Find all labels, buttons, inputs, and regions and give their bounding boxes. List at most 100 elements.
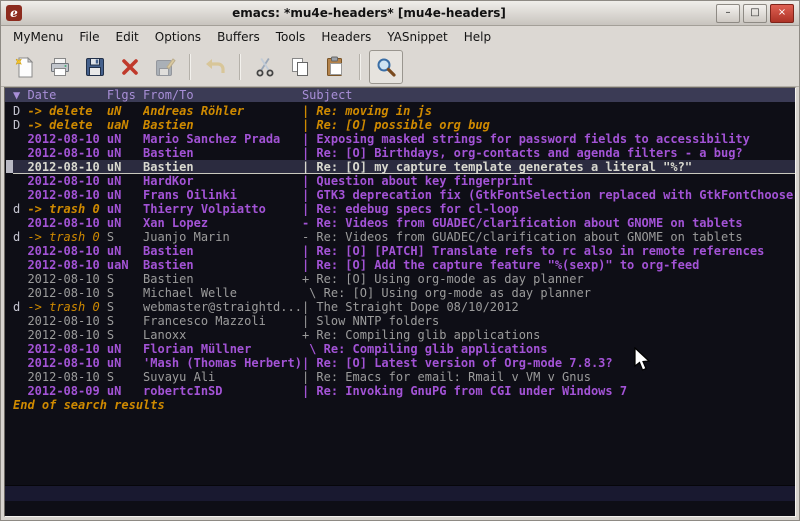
new-file-button[interactable] — [9, 51, 41, 83]
print-button[interactable] — [44, 51, 76, 83]
message-subject: | Re: [O] possible org bug — [302, 118, 795, 132]
message-from: HardKor — [143, 174, 302, 188]
column-header-subject[interactable]: Subject — [302, 88, 795, 102]
message-mark — [13, 160, 27, 174]
save-icon — [83, 55, 107, 79]
message-mark: d — [13, 202, 27, 216]
mode-line[interactable]: *mu4e-headers* ( 5, 0) [All/2.0k] [mu4e-… — [5, 485, 795, 501]
message-mark — [13, 216, 27, 230]
message-row[interactable]: 2012-08-10SBastien+ Re: [O] Using org-mo… — [13, 272, 795, 286]
message-row[interactable]: d-> trash 0Swebmaster@straightd...| The … — [13, 300, 795, 314]
message-from: Lanoxx — [143, 328, 302, 342]
cut-button[interactable] — [249, 51, 281, 83]
message-row[interactable]: 2012-08-10SLanoxx+ Re: Compiling glib ap… — [13, 328, 795, 342]
save-as-button[interactable] — [149, 51, 181, 83]
message-date: 2012-08-10 — [27, 244, 106, 258]
message-flags: S — [107, 370, 143, 384]
message-mark: D — [13, 118, 27, 132]
message-date: 2012-08-10 — [27, 160, 106, 174]
message-subject: \ Re: Compiling glib applications — [302, 342, 795, 356]
message-flags: uN — [107, 188, 143, 202]
message-from: Mario Sanchez Prada — [143, 132, 302, 146]
message-from: Michael Welle — [143, 286, 302, 300]
message-mark — [13, 384, 27, 398]
message-row[interactable]: D-> deleteuNAndreas Röhler| Re: moving i… — [13, 104, 795, 118]
message-date: 2012-08-10 — [27, 342, 106, 356]
message-mark — [13, 146, 27, 160]
message-row[interactable]: D-> deleteuaNBastien| Re: [O] possible o… — [13, 118, 795, 132]
window-controls: – □ × — [716, 4, 794, 23]
message-date: 2012-08-10 — [27, 286, 106, 300]
message-row[interactable]: 2012-08-10uN'Mash (Thomas Herbert)| Re: … — [13, 356, 795, 370]
message-row[interactable]: 2012-08-10SSuvayu Ali| Re: Emacs for ema… — [13, 370, 795, 384]
menu-item-file[interactable]: File — [71, 27, 107, 47]
message-row[interactable]: d-> trash 0uNThierry Volpiatto| Re: edeb… — [13, 202, 795, 216]
message-subject: + Re: Compiling glib applications — [302, 328, 795, 342]
message-from: 'Mash (Thomas Herbert) — [143, 356, 302, 370]
undo-button[interactable] — [199, 51, 231, 83]
message-row[interactable]: 2012-08-10uNBastien| Re: [O] my capture … — [13, 160, 795, 174]
menu-item-help[interactable]: Help — [456, 27, 499, 47]
column-header-date[interactable]: ▼ Date — [13, 88, 107, 102]
message-subject: | GTK3 deprecation fix (GtkFontSelection… — [302, 188, 795, 202]
menu-item-buffers[interactable]: Buffers — [209, 27, 268, 47]
save-as-icon — [153, 55, 177, 79]
message-row[interactable]: 2012-08-10uaNBastien| Re: [O] Add the ca… — [13, 258, 795, 272]
message-from: Juanjo Marin — [143, 230, 302, 244]
mu4e-headers-buffer: ▼ Date Flgs From/To Subject D-> deleteuN… — [4, 87, 796, 517]
message-date: -> delete — [27, 118, 106, 132]
search-button[interactable] — [369, 50, 403, 84]
message-mark — [13, 286, 27, 300]
window-title: emacs: *mu4e-headers* [mu4e-headers] — [22, 6, 716, 20]
new-file-icon — [13, 55, 37, 79]
message-flags: uaN — [107, 258, 143, 272]
message-row[interactable]: 2012-08-10uNXan Lopez- Re: Videos from G… — [13, 216, 795, 230]
close-buffer-button[interactable] — [114, 51, 146, 83]
maximize-button[interactable]: □ — [743, 4, 767, 23]
message-row[interactable]: 2012-08-10uNFlorian Müllner \ Re: Compil… — [13, 342, 795, 356]
message-flags: S — [107, 328, 143, 342]
message-date: 2012-08-10 — [27, 132, 106, 146]
rows-container: D-> deleteuNAndreas Röhler| Re: moving i… — [13, 104, 795, 398]
message-date: 2012-08-10 — [27, 272, 106, 286]
copy-button[interactable] — [284, 51, 316, 83]
message-from: robertcInSD — [143, 384, 302, 398]
menu-item-tools[interactable]: Tools — [268, 27, 314, 47]
message-row[interactable]: 2012-08-10SFrancesco Mazzoli| Slow NNTP … — [13, 314, 795, 328]
message-row[interactable]: 2012-08-10SMichael Welle \ Re: [O] Using… — [13, 286, 795, 300]
message-date: -> delete — [27, 104, 106, 118]
message-row[interactable]: 2012-08-10uNHardKor| Question about key … — [13, 174, 795, 188]
minimize-button[interactable]: – — [716, 4, 740, 23]
paste-button[interactable] — [319, 51, 351, 83]
message-flags: S — [107, 272, 143, 286]
message-subject: | Question about key fingerprint — [302, 174, 795, 188]
message-mark — [13, 356, 27, 370]
message-mark — [13, 314, 27, 328]
message-date: 2012-08-10 — [27, 146, 106, 160]
message-row[interactable]: 2012-08-10uNBastien| Re: [O] [PATCH] Tra… — [13, 244, 795, 258]
menu-item-options[interactable]: Options — [147, 27, 209, 47]
column-header-flags[interactable]: Flgs — [107, 88, 143, 102]
message-mark: d — [13, 300, 27, 314]
menu-item-edit[interactable]: Edit — [108, 27, 147, 47]
message-mark — [13, 188, 27, 202]
message-from: Xan Lopez — [143, 216, 302, 230]
message-row[interactable]: 2012-08-10uNBastien| Re: [O] Birthdays, … — [13, 146, 795, 160]
message-date: 2012-08-09 — [27, 384, 106, 398]
message-row[interactable]: d-> trash 0SJuanjo Marin- Re: Videos fro… — [13, 230, 795, 244]
echo-area[interactable] — [5, 501, 795, 516]
message-date: 2012-08-10 — [27, 356, 106, 370]
column-header-from[interactable]: From/To — [143, 88, 302, 102]
menu-item-yasnippet[interactable]: YASnippet — [379, 27, 456, 47]
message-subject: - Re: Videos from GUADEC/clarification a… — [302, 216, 795, 230]
paste-icon — [323, 55, 347, 79]
message-row[interactable]: 2012-08-09uNrobertcInSD| Re: Invoking Gn… — [13, 384, 795, 398]
save-button[interactable] — [79, 51, 111, 83]
menu-item-headers[interactable]: Headers — [313, 27, 379, 47]
message-from: Florian Müllner — [143, 342, 302, 356]
close-button[interactable]: × — [770, 4, 794, 23]
message-date: -> trash 0 — [27, 300, 106, 314]
message-row[interactable]: 2012-08-10uNFrans Oilinki| GTK3 deprecat… — [13, 188, 795, 202]
menu-item-mymenu[interactable]: MyMenu — [5, 27, 71, 47]
message-row[interactable]: 2012-08-10uNMario Sanchez Prada| Exposin… — [13, 132, 795, 146]
